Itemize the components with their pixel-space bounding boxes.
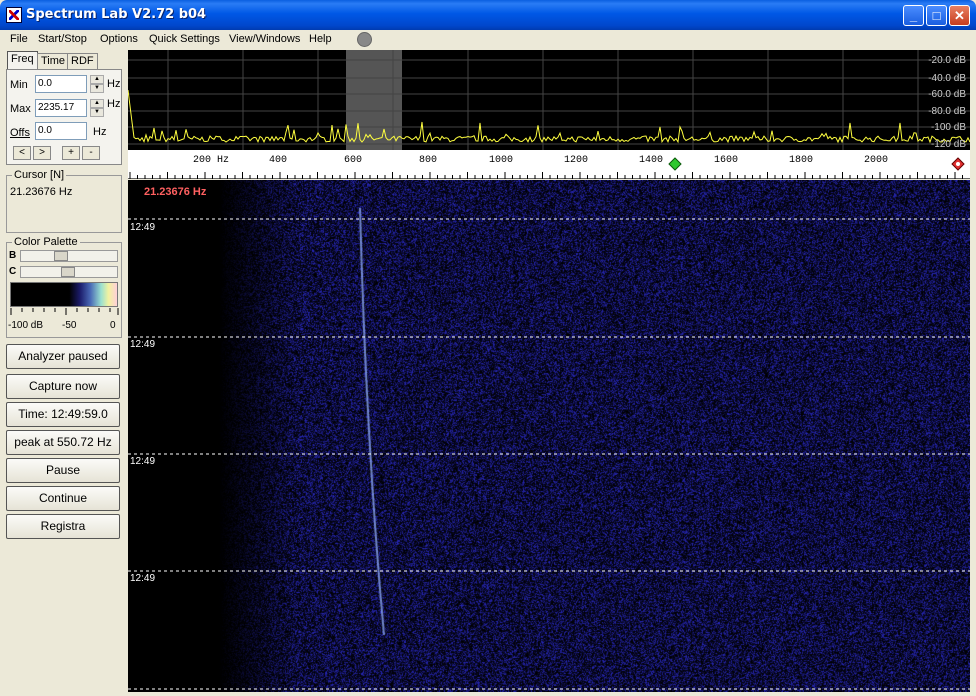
- freq-label: 1600: [714, 155, 738, 166]
- menu-file[interactable]: File: [10, 33, 28, 45]
- min-unit-label: Hz: [107, 78, 121, 90]
- waterfall-overlay: [128, 218, 970, 690]
- color-palette-bar[interactable]: [10, 282, 118, 307]
- spin-up-icon[interactable]: ▲: [90, 99, 104, 108]
- offset-input[interactable]: 0.0: [35, 122, 87, 140]
- frequency-scale: 200 Hz 400 600 800 1000 1200 1400 1600 1…: [129, 155, 965, 179]
- peak-button[interactable]: peak at 550.72 Hz: [6, 430, 120, 455]
- freq-label: 600: [344, 155, 362, 166]
- menu-help[interactable]: Help: [309, 33, 332, 45]
- frequency-axis[interactable]: 200 Hz 400 600 800 1000 1200 1400 1600 1…: [128, 150, 970, 179]
- freq-tab-panel: Min 0.0 ▲ ▼ Hz Max 2235.17 ▲ ▼ Hz Offs 0.0…: [6, 69, 122, 165]
- brightness-thumb[interactable]: [54, 251, 68, 261]
- spin-down-icon[interactable]: ▼: [90, 108, 104, 117]
- cursor-readout: 21.23676 Hz: [144, 186, 207, 198]
- zoom-in-button[interactable]: +: [62, 146, 80, 160]
- shift-left-button[interactable]: <: [13, 146, 31, 160]
- waterfall-time-label: 12:49: [130, 573, 156, 584]
- freq-label: 1800: [789, 155, 813, 166]
- time-button[interactable]: Time: 12:49:59.0: [6, 402, 120, 427]
- spin-down-icon[interactable]: ▼: [90, 84, 104, 93]
- continue-button[interactable]: Continue: [6, 486, 120, 511]
- cursor-value: 21.23676 Hz: [10, 186, 73, 198]
- brightness-label: B: [9, 250, 17, 261]
- waterfall-time-label: 12:49: [130, 222, 156, 233]
- app-icon[interactable]: [6, 7, 22, 23]
- palette-scale-max: 0: [110, 320, 116, 331]
- db-label: -120 dB: [931, 139, 966, 150]
- freq-label: 1200: [564, 155, 588, 166]
- max-label: Max: [10, 103, 31, 115]
- contrast-label: C: [9, 266, 17, 277]
- freq-label: 200 Hz: [193, 155, 229, 166]
- db-label: -100 dB: [931, 122, 966, 133]
- capture-now-button[interactable]: Capture now: [6, 374, 120, 399]
- zoom-out-button[interactable]: -: [82, 146, 100, 160]
- green-marker-icon[interactable]: [668, 157, 682, 171]
- offs-label: Offs: [10, 127, 30, 139]
- analyzer-paused-button[interactable]: Analyzer paused: [6, 344, 120, 369]
- waterfall-display[interactable]: 21.23676 Hz 12:49 12:49 12:49 12:49: [128, 180, 970, 692]
- contrast-thumb[interactable]: [61, 267, 75, 277]
- palette-tick-scale: [10, 308, 119, 315]
- brightness-slider[interactable]: [20, 250, 118, 262]
- close-button[interactable]: ✕: [949, 5, 970, 26]
- spectrum-graph: -20.0 dB -40.0 dB -60.0 dB -80.0 dB -100…: [128, 50, 970, 150]
- palette-scale-mid: -50: [62, 320, 77, 331]
- freq-label: 800: [419, 155, 437, 166]
- max-freq-input[interactable]: 2235.17: [35, 99, 87, 117]
- freq-label: 1000: [489, 155, 513, 166]
- db-label: -40.0 dB: [928, 73, 966, 84]
- db-label: -60.0 dB: [928, 89, 966, 100]
- tab-time[interactable]: Time: [37, 53, 70, 69]
- menu-quick-settings[interactable]: Quick Settings: [149, 33, 220, 45]
- menu-view-windows[interactable]: View/Windows: [229, 33, 300, 45]
- title-bar: Spectrum Lab V2.72 b04 _ □ ✕: [0, 0, 976, 30]
- menu-start-stop[interactable]: Start/Stop: [38, 33, 87, 45]
- contrast-slider[interactable]: [20, 266, 118, 278]
- min-freq-spinner[interactable]: ▲ ▼: [90, 75, 104, 93]
- registra-button[interactable]: Registra: [6, 514, 120, 539]
- menu-bar: File Start/Stop Options Quick Settings V…: [4, 30, 972, 50]
- db-label: -20.0 dB: [928, 55, 966, 66]
- offs-unit-label: Hz: [93, 126, 107, 138]
- status-indicator-icon: [357, 32, 372, 47]
- spectrum-grid: [128, 50, 970, 150]
- freq-label: 400: [269, 155, 287, 166]
- maximize-button[interactable]: □: [926, 5, 947, 26]
- waterfall-time-label: 12:49: [130, 456, 156, 467]
- window-title: Spectrum Lab V2.72 b04: [26, 7, 207, 22]
- db-label: -80.0 dB: [928, 106, 966, 117]
- menu-options[interactable]: Options: [100, 33, 138, 45]
- spin-up-icon[interactable]: ▲: [90, 75, 104, 84]
- window-border: [970, 50, 976, 692]
- shift-right-button[interactable]: >: [33, 146, 51, 160]
- max-unit-label: Hz: [107, 98, 121, 110]
- tab-freq[interactable]: Freq: [7, 51, 38, 69]
- palette-title: Color Palette: [12, 236, 80, 248]
- palette-scale-min: -100 dB: [8, 320, 44, 331]
- control-panel: Freq Time RDF Min 0.0 ▲ ▼ Hz Max 2235.17 …: [4, 50, 124, 692]
- pause-button[interactable]: Pause: [6, 458, 120, 483]
- minimize-button[interactable]: _: [903, 5, 924, 26]
- red-marker-dot: [956, 162, 960, 166]
- waterfall-time-label: 12:49: [130, 339, 156, 350]
- spectrum-display[interactable]: -20.0 dB -40.0 dB -60.0 dB -80.0 dB -100…: [128, 50, 970, 150]
- freq-label: 2000: [864, 155, 888, 166]
- min-label: Min: [10, 79, 28, 91]
- min-freq-input[interactable]: 0.0: [35, 75, 87, 93]
- cursor-group: Cursor [N] 21.23676 Hz: [6, 169, 122, 233]
- tab-rdf[interactable]: RDF: [67, 53, 98, 69]
- frequency-marker-band: [346, 50, 402, 150]
- freq-label: 1400: [639, 155, 663, 166]
- max-freq-spinner[interactable]: ▲ ▼: [90, 99, 104, 117]
- spectrum-trace: [128, 89, 970, 144]
- cursor-title: Cursor [N]: [12, 169, 67, 181]
